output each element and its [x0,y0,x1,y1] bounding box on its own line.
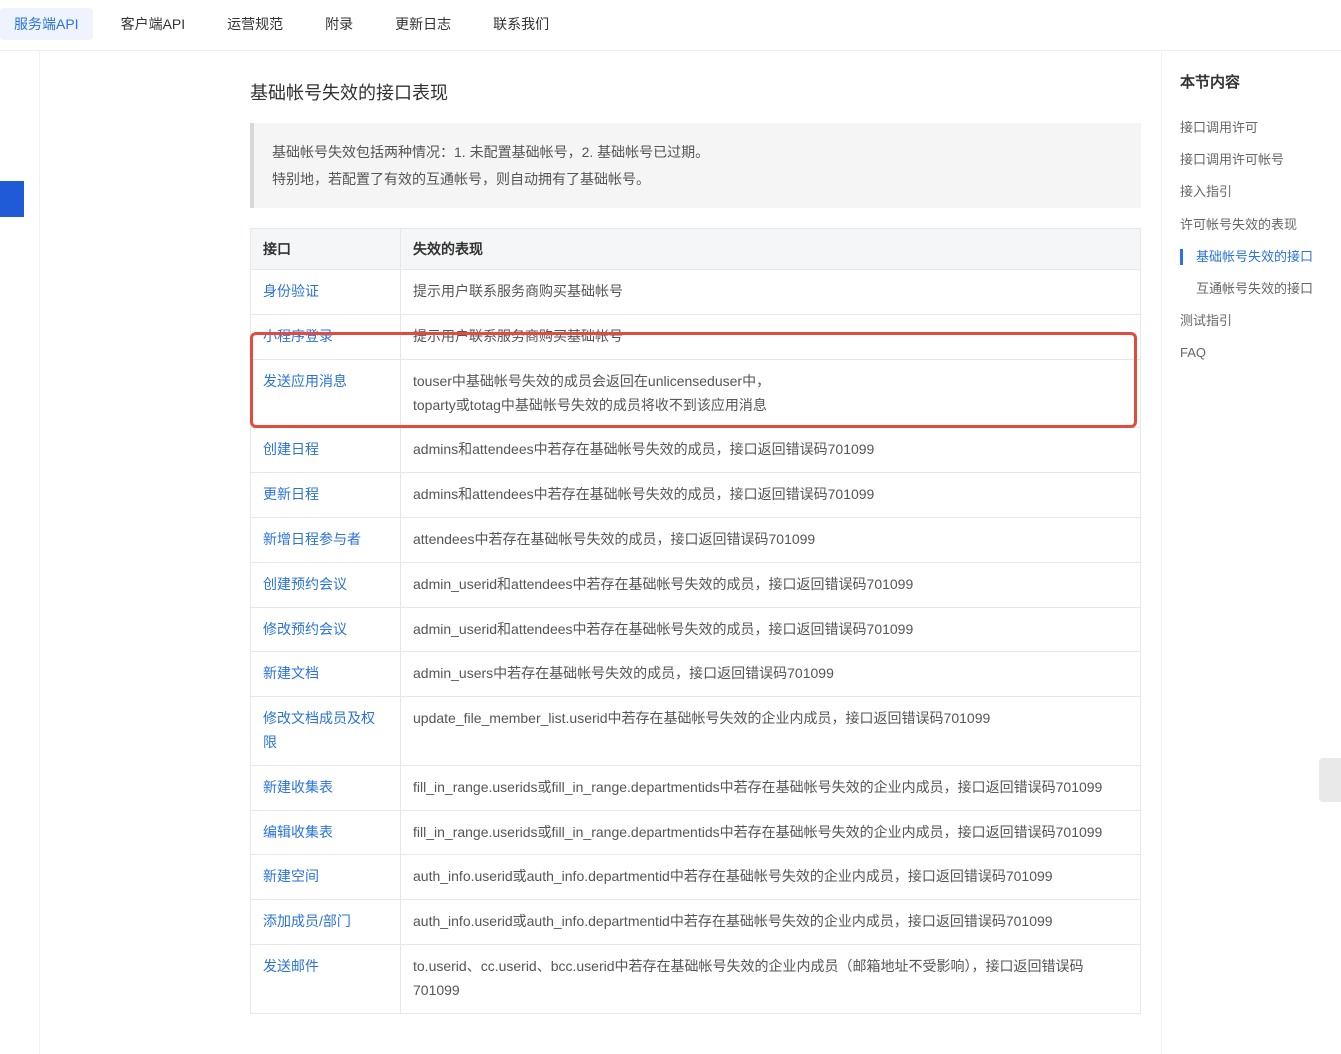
table-row: 创建日程 admins和attendees中若存在基础帐号失效的成员，接口返回错误… [251,428,1141,473]
api-table: 接口 失效的表现 身份验证提示用户联系服务商购买基础帐号小程序登录提示用户联系服… [250,228,1141,1013]
api-link[interactable]: 发送应用消息 [263,373,347,389]
api-link[interactable]: 创建日程 [263,441,319,457]
page-heading: 基础帐号失效的接口表现 [250,79,1141,105]
api-link[interactable]: 新建空间 [263,868,319,884]
behavior-cell: admins和attendees中若存在基础帐号失效的成员，接口返回错误码701… [401,428,1141,473]
tab-contact[interactable]: 联系我们 [479,8,563,40]
api-cell: 发送邮件 [251,944,401,1013]
behavior-cell: auth_info.userid或auth_info.departmentid中… [401,855,1141,900]
api-link[interactable]: 新增日程参与者 [263,531,361,547]
api-link[interactable]: 修改预约会议 [263,621,347,637]
api-cell: 新建文档 [251,652,401,697]
api-cell: 创建日程 [251,428,401,473]
api-cell: 修改预约会议 [251,607,401,652]
tab-server-api[interactable]: 服务端API [0,8,93,40]
api-cell: 添加成员/部门 [251,900,401,945]
table-wrapper: 接口 失效的表现 身份验证提示用户联系服务商购买基础帐号小程序登录提示用户联系服… [250,228,1141,1013]
api-link[interactable]: 新建收集表 [263,779,333,795]
table-row: 新建收集表 fill_in_range.userids或fill_in_range… [251,765,1141,810]
api-link[interactable]: 创建预约会议 [263,576,347,592]
api-link[interactable]: 新建文档 [263,665,319,681]
api-link[interactable]: 编辑收集表 [263,824,333,840]
behavior-cell: 提示用户联系服务商购买基础帐号 [401,314,1141,359]
api-link[interactable]: 小程序登录 [263,328,333,344]
api-link[interactable]: 身份验证 [263,283,319,299]
tab-appendix[interactable]: 附录 [311,8,367,40]
api-cell: 发送应用消息 [251,359,401,428]
table-row: 创建预约会议 admin_userid和attendees中若存在基础帐号失效的成… [251,562,1141,607]
behavior-cell: to.userid、cc.userid、bcc.userid中若存在基础帐号失效… [401,944,1141,1013]
table-row: 新建空间 auth_info.userid或auth_info.departmen… [251,855,1141,900]
table-row: 修改预约会议 admin_userid和attendees中若存在基础帐号失效的成… [251,607,1141,652]
table-row: 发送应用消息 touser中基础帐号失效的成员会返回在unlicenseduser… [251,359,1141,428]
tab-operation[interactable]: 运营规范 [213,8,297,40]
table-row: 更新日程 admins和attendees中若存在基础帐号失效的成员，接口返回错误… [251,473,1141,518]
top-navigation: 服务端API 客户端API 运营规范 附录 更新日志 联系我们 [0,0,1341,51]
behavior-cell: update_file_member_list.userid中若存在基础帐号失效… [401,697,1141,766]
table-row: 新增日程参与者 attendees中若存在基础帐号失效的成员，接口返回错误码701… [251,517,1141,562]
tab-changelog[interactable]: 更新日志 [381,8,465,40]
callout-line-1: 基础帐号失效包括两种情况：1. 未配置基础帐号，2. 基础帐号已过期。 [272,139,1123,166]
table-row: 小程序登录 提示用户联系服务商购买基础帐号 [251,314,1141,359]
tab-client-api[interactable]: 客户端API [107,8,200,40]
sidebar-active-indicator [0,181,24,217]
toc-item[interactable]: FAQ [1180,337,1341,369]
behavior-cell: touser中基础帐号失效的成员会返回在unlicenseduser中，topa… [401,359,1141,428]
toc-item[interactable]: 接口调用许可 [1180,112,1341,144]
behavior-cell: 提示用户联系服务商购买基础帐号 [401,270,1141,315]
table-row: 身份验证 提示用户联系服务商购买基础帐号 [251,270,1141,315]
api-link[interactable]: 添加成员/部门 [263,913,351,929]
behavior-cell: admin_users中若存在基础帐号失效的成员，接口返回错误码701099 [401,652,1141,697]
callout-box: 基础帐号失效包括两种情况：1. 未配置基础帐号，2. 基础帐号已过期。 特别地，… [250,123,1141,208]
api-cell: 新增日程参与者 [251,517,401,562]
behavior-cell: attendees中若存在基础帐号失效的成员，接口返回错误码701099 [401,517,1141,562]
behavior-cell: admin_userid和attendees中若存在基础帐号失效的成员，接口返回… [401,562,1141,607]
api-cell: 编辑收集表 [251,810,401,855]
toc-item[interactable]: 互通帐号失效的接口 [1180,273,1341,305]
toc-item[interactable]: 许可帐号失效的表现 [1180,209,1341,241]
toc-item[interactable]: 接口调用许可帐号 [1180,144,1341,176]
behavior-cell: fill_in_range.userids或fill_in_range.depa… [401,810,1141,855]
behavior-cell: admins和attendees中若存在基础帐号失效的成员，接口返回错误码701… [401,473,1141,518]
main-content: 基础帐号失效的接口表现 基础帐号失效包括两种情况：1. 未配置基础帐号，2. 基… [40,51,1161,1054]
api-cell: 新建收集表 [251,765,401,810]
toc-item[interactable]: 基础帐号失效的接口 [1180,241,1341,273]
table-row: 新建文档 admin_users中若存在基础帐号失效的成员，接口返回错误码7010… [251,652,1141,697]
api-cell: 身份验证 [251,270,401,315]
feedback-float-button[interactable] [1319,758,1341,802]
right-toc: 本节内容 接口调用许可接口调用许可帐号接入指引许可帐号失效的表现基础帐号失效的接… [1161,51,1341,1054]
toc-item[interactable]: 测试指引 [1180,305,1341,337]
api-cell: 新建空间 [251,855,401,900]
left-sidebar [0,51,40,1054]
table-row: 编辑收集表 fill_in_range.userids或fill_in_range… [251,810,1141,855]
callout-line-2: 特别地，若配置了有效的互通帐号，则自动拥有了基础帐号。 [272,166,1123,193]
api-cell: 小程序登录 [251,314,401,359]
api-link[interactable]: 修改文档成员及权限 [263,710,375,750]
col-api: 接口 [251,229,401,270]
table-row: 修改文档成员及权限 update_file_member_list.userid中… [251,697,1141,766]
table-row: 发送邮件 to.userid、cc.userid、bcc.userid中若存在基础… [251,944,1141,1013]
behavior-cell: admin_userid和attendees中若存在基础帐号失效的成员，接口返回… [401,607,1141,652]
col-behavior: 失效的表现 [401,229,1141,270]
api-link[interactable]: 更新日程 [263,486,319,502]
api-cell: 更新日程 [251,473,401,518]
api-link[interactable]: 发送邮件 [263,958,319,974]
toc-item[interactable]: 接入指引 [1180,176,1341,208]
table-row: 添加成员/部门 auth_info.userid或auth_info.depart… [251,900,1141,945]
api-cell: 修改文档成员及权限 [251,697,401,766]
behavior-cell: auth_info.userid或auth_info.departmentid中… [401,900,1141,945]
behavior-cell: fill_in_range.userids或fill_in_range.depa… [401,765,1141,810]
api-cell: 创建预约会议 [251,562,401,607]
toc-title: 本节内容 [1180,71,1341,92]
